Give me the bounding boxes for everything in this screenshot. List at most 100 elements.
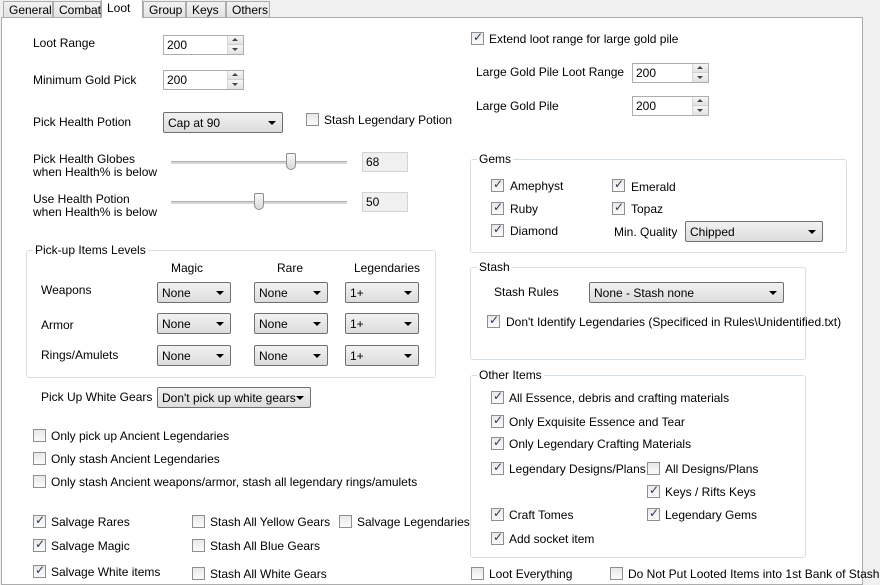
loot-everything-checkbox[interactable] — [471, 567, 484, 580]
rings-legendaries-select[interactable]: 1+ — [345, 345, 419, 366]
do-not-put-checkbox[interactable] — [610, 567, 623, 580]
weapons-rare-select[interactable]: None — [254, 282, 328, 303]
min-gold-spinner[interactable]: 200 — [163, 70, 244, 90]
stash-yellow-checkbox[interactable] — [192, 515, 205, 528]
use-health-potion-slider[interactable] — [171, 193, 347, 215]
only-stash-ancient-checkbox[interactable] — [33, 452, 46, 465]
legendary-designs-label: Legendary Designs/Plans — [509, 462, 646, 476]
only-stash-ancient-label: Only stash Ancient Legendaries — [51, 452, 220, 466]
weapons-magic-select[interactable]: None — [157, 282, 231, 303]
tab-general[interactable]: General — [3, 1, 53, 17]
pick-health-potion-value: Cap at 90 — [168, 116, 221, 130]
chevron-down-icon — [216, 291, 224, 295]
legendary-gems-checkbox[interactable] — [647, 506, 660, 521]
salvage-magic-checkbox[interactable] — [33, 537, 46, 552]
chevron-down-icon — [808, 230, 816, 234]
use-health-potion-value-box: 50 — [362, 192, 408, 212]
header-rare: Rare — [277, 261, 304, 275]
amephyst-checkbox[interactable] — [491, 177, 504, 192]
ruby-checkbox[interactable] — [491, 200, 504, 215]
chevron-down-icon — [404, 322, 412, 326]
diamond-checkbox[interactable] — [491, 222, 504, 237]
emerald-label: Emerald — [631, 180, 676, 194]
all-essence-checkbox[interactable] — [491, 389, 504, 404]
min-quality-select[interactable]: Chipped — [685, 221, 823, 242]
topaz-checkbox[interactable] — [612, 200, 625, 215]
chevron-down-icon — [404, 291, 412, 295]
rings-magic-select[interactable]: None — [157, 345, 231, 366]
large-gold-pile-spinner[interactable]: 200 — [632, 96, 709, 116]
loot-range-spinner[interactable]: 200 — [163, 35, 244, 55]
slider-thumb[interactable] — [285, 153, 296, 170]
white-gears-select[interactable]: Don't pick up white gears — [157, 387, 311, 408]
spin-up-icon[interactable] — [693, 97, 708, 106]
stash-legendary-potion-checkbox[interactable] — [306, 113, 319, 126]
chevron-down-icon — [268, 121, 276, 125]
health-globes-sublabel: when Health% is below — [33, 165, 158, 179]
stash-rules-label: Stash Rules — [494, 285, 559, 299]
armor-magic-select[interactable]: None — [157, 313, 231, 334]
chevron-down-icon — [313, 354, 321, 358]
health-globes-slider[interactable] — [171, 153, 347, 175]
stash-yellow-label: Stash All Yellow Gears — [210, 515, 331, 529]
stash-blue-checkbox[interactable] — [192, 539, 205, 552]
only-stash-ancient-weapons-checkbox[interactable] — [33, 475, 46, 488]
select-value: 1+ — [350, 349, 364, 363]
slider-thumb[interactable] — [254, 193, 264, 210]
salvage-white-checkbox[interactable] — [33, 563, 46, 578]
add-socket-checkbox[interactable] — [491, 530, 504, 545]
stash-rules-select[interactable]: None - Stash none — [589, 282, 784, 303]
salvage-legendaries-checkbox[interactable] — [339, 515, 352, 528]
spin-up-icon[interactable] — [693, 64, 708, 73]
stash-rules-value: None - Stash none — [594, 286, 695, 300]
tab-keys[interactable]: Keys — [186, 1, 226, 17]
keys-checkbox[interactable] — [647, 483, 660, 498]
emerald-checkbox[interactable] — [612, 177, 625, 192]
amephyst-label: Amephyst — [510, 179, 564, 193]
extend-loot-checkbox[interactable] — [471, 30, 484, 45]
legendary-crafting-checkbox[interactable] — [491, 435, 504, 450]
spin-down-icon[interactable] — [693, 106, 708, 115]
ruby-label: Ruby — [510, 202, 539, 216]
dont-identify-checkbox[interactable] — [487, 313, 500, 328]
white-gears-value: Don't pick up white gears — [162, 391, 296, 405]
only-pickup-ancient-checkbox[interactable] — [33, 429, 46, 442]
spin-up-icon[interactable] — [228, 36, 243, 45]
large-gold-range-spinner[interactable]: 200 — [632, 63, 709, 83]
select-value: None — [259, 317, 288, 331]
rings-rare-select[interactable]: None — [254, 345, 328, 366]
tab-loot[interactable]: Loot — [101, 0, 143, 18]
spin-down-icon[interactable] — [693, 73, 708, 82]
exquisite-essence-checkbox[interactable] — [491, 413, 504, 428]
spin-down-icon[interactable] — [228, 45, 243, 54]
chevron-down-icon — [313, 291, 321, 295]
large-gold-range-label: Large Gold Pile Loot Range — [476, 65, 625, 79]
tab-group[interactable]: Group — [143, 1, 186, 17]
only-stash-ancient-weapons-label: Only stash Ancient weapons/armor, stash … — [51, 475, 418, 489]
tab-others[interactable]: Others — [226, 1, 270, 17]
pick-health-potion-select[interactable]: Cap at 90 — [163, 112, 283, 133]
spin-down-icon[interactable] — [228, 80, 243, 89]
loot-range-value: 200 — [167, 38, 188, 52]
all-designs-checkbox[interactable] — [647, 462, 660, 475]
header-magic: Magic — [171, 261, 204, 275]
craft-tomes-checkbox[interactable] — [491, 506, 504, 521]
stash-white-checkbox[interactable] — [192, 567, 205, 580]
pick-health-potion-label: Pick Health Potion — [33, 115, 132, 129]
weapons-legendaries-select[interactable]: 1+ — [345, 282, 419, 303]
large-gold-range-value: 200 — [636, 66, 657, 80]
armor-legendaries-select[interactable]: 1+ — [345, 313, 419, 334]
spin-up-icon[interactable] — [228, 71, 243, 80]
stash-legendary-potion-label: Stash Legendary Potion — [324, 113, 453, 127]
legendary-designs-checkbox[interactable] — [491, 460, 504, 475]
tab-combat[interactable]: Combat — [53, 1, 101, 17]
craft-tomes-label: Craft Tomes — [509, 508, 574, 522]
chevron-down-icon — [296, 396, 304, 400]
pickup-levels-title: Pick-up Items Levels — [33, 243, 148, 257]
salvage-rares-checkbox[interactable] — [33, 513, 46, 528]
header-legendaries: Legendaries — [354, 261, 421, 275]
keys-label: Keys / Rifts Keys — [665, 485, 756, 499]
only-pickup-ancient-label: Only pick up Ancient Legendaries — [51, 429, 230, 443]
select-value: None — [259, 286, 288, 300]
armor-rare-select[interactable]: None — [254, 313, 328, 334]
